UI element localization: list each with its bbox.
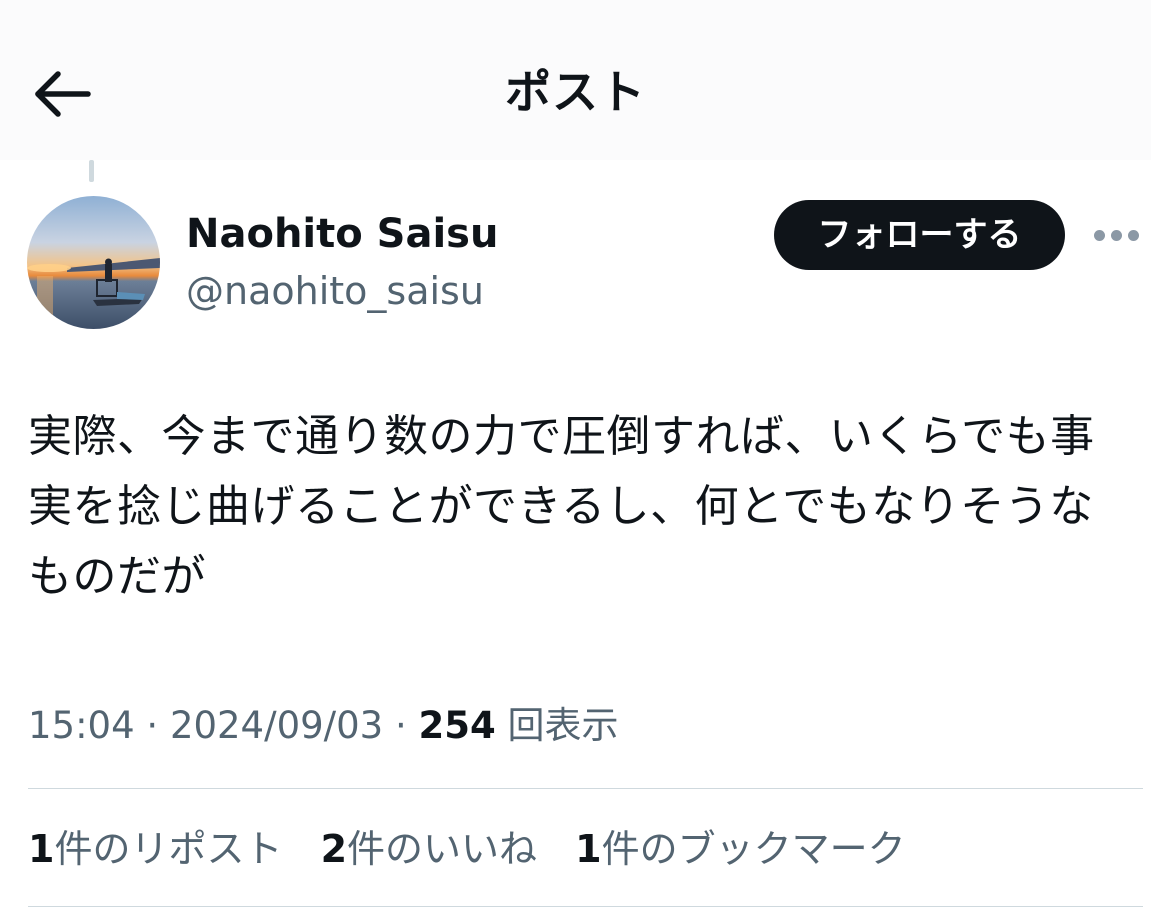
likes-count: 2	[320, 827, 348, 871]
more-horizontal-icon	[1111, 230, 1122, 241]
divider	[28, 788, 1143, 789]
author-handle[interactable]: @naohito_saisu	[186, 266, 484, 316]
reposts-label: 件のリポスト	[54, 827, 283, 871]
engagement-stats: 1件のリポスト 2件のいいね 1件のブックマーク	[28, 822, 932, 876]
more-horizontal-icon	[1128, 230, 1139, 241]
avatar[interactable]	[27, 196, 160, 329]
avatar-photo	[27, 196, 160, 329]
likes-label: 件のいいね	[347, 827, 538, 871]
page-title: ポスト	[505, 65, 646, 119]
bookmarks-label: 件のブックマーク	[601, 827, 906, 871]
views-label: 回表示	[507, 704, 619, 747]
bookmarks-stat[interactable]: 1件のブックマーク	[575, 822, 905, 876]
reposts-stat[interactable]: 1件のリポスト	[28, 822, 282, 876]
post-text: 実際、今まで通り数の力で圧倒すれば、いくらでも事実を捻じ曲げることができるし、何…	[28, 411, 1095, 602]
post-date[interactable]: 2024/09/03	[170, 704, 383, 747]
thread-connector	[89, 160, 94, 182]
meta-separator: ·	[394, 704, 419, 747]
reposts-count: 1	[28, 827, 55, 871]
follow-button[interactable]: フォローする	[774, 200, 1065, 270]
bookmarks-count: 1	[575, 827, 602, 871]
post-metadata: 15:04 · 2024/09/03 · 254 回表示	[28, 700, 619, 752]
post-time[interactable]: 15:04	[28, 704, 135, 747]
meta-separator: ·	[146, 704, 170, 747]
author-display-name[interactable]: Naohito Saisu	[186, 208, 498, 260]
views-count: 254	[418, 704, 496, 747]
more-horizontal-icon	[1094, 230, 1105, 241]
more-options-button[interactable]	[1094, 226, 1140, 246]
top-bar: ポスト	[0, 0, 1151, 160]
likes-stat[interactable]: 2件のいいね	[321, 822, 537, 876]
divider	[28, 906, 1143, 907]
